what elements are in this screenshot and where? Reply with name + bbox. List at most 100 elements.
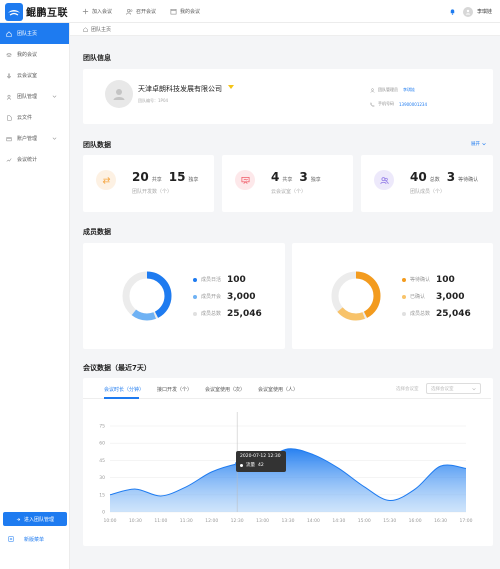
legend-label: 已确认	[410, 294, 426, 300]
plus-icon	[82, 8, 89, 15]
phone-row: 手机号码 13900001234	[370, 101, 427, 107]
member-confirm-card: 等待确认 100 已确认 3,000 成员总数 25,046	[292, 243, 493, 349]
room-select-label: 选择会议室	[396, 387, 419, 392]
stat-unit-2: 独享	[310, 177, 321, 183]
x-tick-label: 15:30	[383, 518, 396, 524]
sidebar-item-cloud-room[interactable]: 云会议室	[0, 65, 69, 86]
x-tick-label: 16:00	[409, 518, 422, 524]
home-icon	[83, 26, 88, 32]
breadcrumb-label[interactable]: 团队主页	[91, 26, 111, 33]
stat-card-members: 40 总数 3 等待确认 团队成员（个）	[361, 155, 493, 212]
team-admin-row: 团队管理员 李琪娃	[370, 87, 415, 93]
legend-dot	[193, 277, 197, 282]
home-icon	[6, 30, 12, 37]
user-avatar[interactable]	[462, 6, 473, 17]
chevron-down-icon	[52, 95, 57, 98]
tab-room-usage-count[interactable]: 会议室使用（次）	[205, 386, 245, 393]
account-icon	[6, 136, 12, 141]
chevron-down-icon	[482, 143, 486, 146]
legend-value: 3,000	[227, 291, 256, 302]
legend-dot	[402, 294, 406, 299]
room-select[interactable]: 选择会议室	[426, 383, 481, 394]
sidebar-item-label: 团队主页	[17, 31, 38, 37]
legend-dot	[402, 277, 406, 282]
sidebar-item-label: 云文件	[17, 115, 33, 121]
x-tick-label: 17:00	[460, 518, 473, 524]
stat-caption: 云会议室（个）	[271, 189, 307, 195]
phone-icon	[370, 101, 375, 107]
chart-tooltip: 2020-07-12 12:30 流量 42	[236, 451, 286, 472]
new-menu-link[interactable]: 新版菜单	[0, 531, 70, 547]
phone-value: 13900001234	[399, 101, 427, 107]
legend-row: 成员开会 3,000	[193, 288, 262, 305]
y-tick-label: 75	[99, 424, 105, 430]
stat-unit-2: 独享	[188, 177, 199, 183]
tab-meeting-duration[interactable]: 会议时长（分钟）	[104, 386, 144, 393]
bell-icon[interactable]	[449, 8, 456, 15]
tooltip-label: 流量	[246, 463, 255, 468]
sidebar-item-my-meetings[interactable]: 我的会议	[0, 44, 69, 65]
tab-room-usage-people[interactable]: 会议室使用（人）	[258, 386, 298, 393]
top-nav: 加入会议 召开会议 我的会议	[82, 0, 214, 23]
presentation-icon	[235, 170, 255, 190]
legend-label: 成员开会	[201, 294, 222, 300]
sidebar-item-team-home[interactable]: 团队主页	[0, 23, 69, 44]
legend-row: 已确认 3,000	[402, 288, 471, 305]
area-fill	[110, 448, 466, 512]
team-admin-label: 团队管理员	[378, 87, 398, 92]
stat-card-dev: 20 共享 15 独享 团队开发数（个）	[83, 155, 214, 212]
y-tick-label: 15	[99, 492, 105, 498]
my-meetings-link[interactable]: 我的会议	[170, 8, 200, 15]
tooltip-value: 42	[258, 462, 264, 468]
logo-text: 鲲鹏互联	[26, 8, 68, 19]
y-tick-label: 0	[102, 510, 105, 516]
sidebar-item-team-manage[interactable]: 团队管理	[0, 86, 69, 107]
stat-caption: 团队成员（个）	[410, 189, 446, 195]
x-tick-label: 13:30	[282, 518, 295, 524]
x-tick-label: 15:00	[358, 518, 371, 524]
legend-value: 25,046	[227, 308, 262, 319]
stat-value-1: 4	[271, 170, 280, 184]
meeting-area-chart: 0 15 30 45 60 75 10:00 10:30 11:00 11:30 12:00 12:3…	[99, 412, 473, 524]
host-meeting-link[interactable]: 召开会议	[126, 8, 156, 15]
meeting-chart-card: 会议时长（分钟） 接口开发（个） 会议室使用（次） 会议室使用（人） 选择会议室…	[83, 378, 493, 546]
people-icon	[126, 9, 133, 15]
sidebar-item-stats[interactable]: 会议统计	[0, 149, 69, 170]
trend-icon	[6, 157, 12, 162]
legend-row: 成员总数 25,046	[402, 305, 471, 322]
join-meeting-link[interactable]: 加入会议	[82, 8, 112, 15]
enter-team-manage-button[interactable]: 进入团队管理	[3, 512, 67, 526]
team-info-title: 团队信息	[83, 54, 111, 62]
tab-api-dev[interactable]: 接口开发（个）	[157, 386, 192, 393]
legend-value: 3,000	[436, 291, 465, 302]
member-active-card: 成员日活 100 成员开会 3,000 成员总数 25,046	[83, 243, 285, 349]
mic-icon	[7, 72, 11, 79]
stat-value-2: 3	[446, 170, 456, 184]
x-tick-label: 10:30	[129, 518, 142, 524]
users-icon	[374, 170, 394, 190]
x-tick-label: 13:00	[256, 518, 269, 524]
legend-label: 成员日活	[201, 277, 222, 283]
my-meetings-label: 我的会议	[180, 9, 201, 15]
x-tick-label: 12:00	[205, 518, 218, 524]
legend-label: 等待确认	[410, 277, 431, 283]
chevron-down-icon	[52, 137, 57, 140]
stat-value-2: 3	[299, 170, 308, 184]
username[interactable]: 李琪娃	[477, 8, 492, 15]
x-tick-label: 16:30	[434, 518, 447, 524]
stat-unit-2: 等待确认	[458, 177, 479, 183]
layers-icon	[6, 52, 12, 57]
host-meeting-label: 召开会议	[136, 9, 157, 15]
chart-tabs: 会议时长（分钟） 接口开发（个） 会议室使用（次） 会议室使用（人） 选择会议室…	[83, 378, 491, 399]
new-menu-label: 新版菜单	[24, 536, 45, 543]
legend-dot	[193, 311, 197, 316]
sidebar-item-account[interactable]: 账户管理	[0, 128, 69, 149]
menu-icon	[8, 536, 14, 542]
stat-unit-1: 共享	[282, 177, 293, 183]
logo[interactable]: 鲲鹏互联	[0, 0, 70, 23]
x-tick-label: 14:00	[307, 518, 320, 524]
expand-toggle[interactable]: 展开	[471, 141, 486, 147]
user-icon	[370, 87, 375, 93]
sidebar-item-cloud-files[interactable]: 云文件	[0, 107, 69, 128]
sidebar-item-label: 我的会议	[17, 52, 38, 58]
